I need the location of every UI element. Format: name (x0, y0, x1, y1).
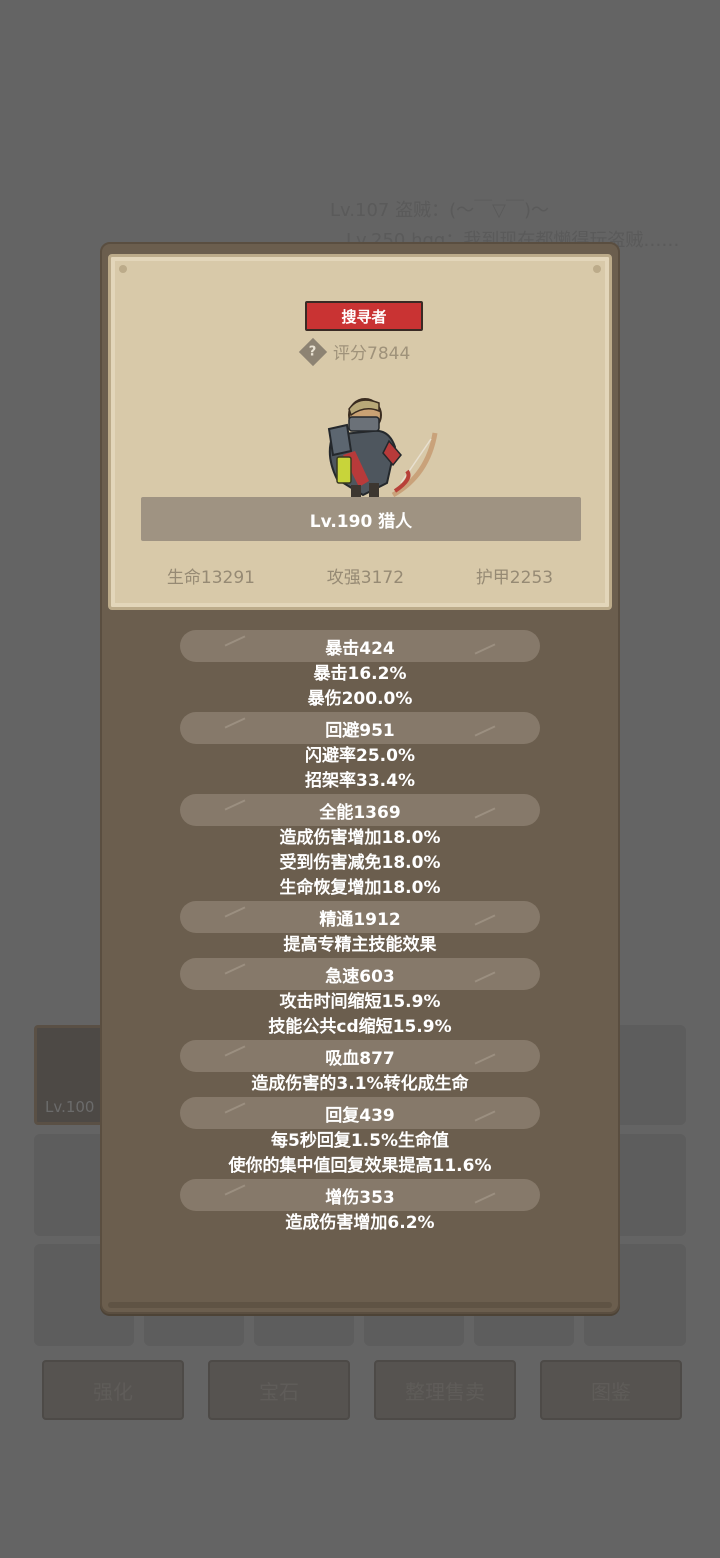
help-icon[interactable]: ? (298, 337, 328, 366)
card-rivet (119, 265, 127, 273)
stat-detail: 提高专精主技能效果 (283, 935, 437, 955)
card-rivet (593, 265, 601, 273)
item-level: Lv.100 (45, 1098, 95, 1116)
title-badge: 搜寻者 (305, 301, 423, 331)
gem-button[interactable]: 宝石 (208, 1360, 350, 1420)
character-card: 搜寻者 ? 评分7844 Lv.190 猎人 生命13291 攻强3172 护甲… (108, 254, 612, 610)
stat-detail: 造成伤害增加18.0% (279, 828, 441, 848)
attack-power-stat: 攻强3172 (326, 568, 405, 588)
enhance-button[interactable]: 强化 (42, 1360, 184, 1420)
stat-group-header: 精通1912 (180, 901, 540, 933)
armor-stat: 护甲2253 (475, 568, 554, 588)
score-row: ? 评分7844 (298, 337, 411, 366)
stat-group-header: 回复439 (180, 1097, 540, 1129)
stat-detail: 受到伤害减免18.0% (279, 853, 441, 873)
score-label: 评分7844 (333, 344, 411, 364)
stat-detail: 每5秒回复1.5%生命值 (271, 1131, 449, 1151)
sort-sell-button[interactable]: 整理售卖 (374, 1360, 516, 1420)
stat-group-header: 回避951 (180, 712, 540, 744)
secondary-stat-list: 暴击424 暴击16.2% 暴伤200.0% 回避951 闪避率25.0% 招架… (102, 630, 618, 1236)
codex-button[interactable]: 图鉴 (540, 1360, 682, 1420)
character-name: Lv.190 猎人 (141, 497, 581, 541)
stat-detail: 造成伤害的3.1%转化成生命 (251, 1074, 469, 1094)
stat-detail: 暴击16.2% (313, 664, 407, 684)
stat-detail: 攻击时间缩短15.9% (279, 992, 441, 1012)
character-stats-dialog: 搜寻者 ? 评分7844 Lv.190 猎人 生命13291 攻强3172 护甲… (100, 242, 620, 1314)
stat-group-header: 暴击424 (180, 630, 540, 662)
core-stats-row: 生命13291 攻强3172 护甲2253 (111, 563, 609, 588)
stat-detail: 造成伤害增加6.2% (285, 1213, 435, 1233)
stat-group-header: 增伤353 (180, 1179, 540, 1211)
stat-detail: 暴伤200.0% (307, 689, 413, 709)
stat-detail: 技能公共cd缩短15.9% (268, 1017, 452, 1037)
stat-group-header: 吸血877 (180, 1040, 540, 1072)
stat-detail: 生命恢复增加18.0% (279, 878, 441, 898)
stat-detail: 闪避率25.0% (305, 746, 415, 766)
stat-group-header: 全能1369 (180, 794, 540, 826)
chat-line: Lv.107 盗贼：(～￣▽￣)～ (330, 200, 549, 221)
stat-group-header: 急速603 (180, 958, 540, 990)
hunter-portrait-icon (327, 398, 438, 499)
stat-detail: 使你的集中值回复效果提高11.6% (228, 1156, 492, 1176)
hp-stat: 生命13291 (166, 568, 255, 588)
stat-detail: 招架率33.4% (305, 771, 415, 791)
